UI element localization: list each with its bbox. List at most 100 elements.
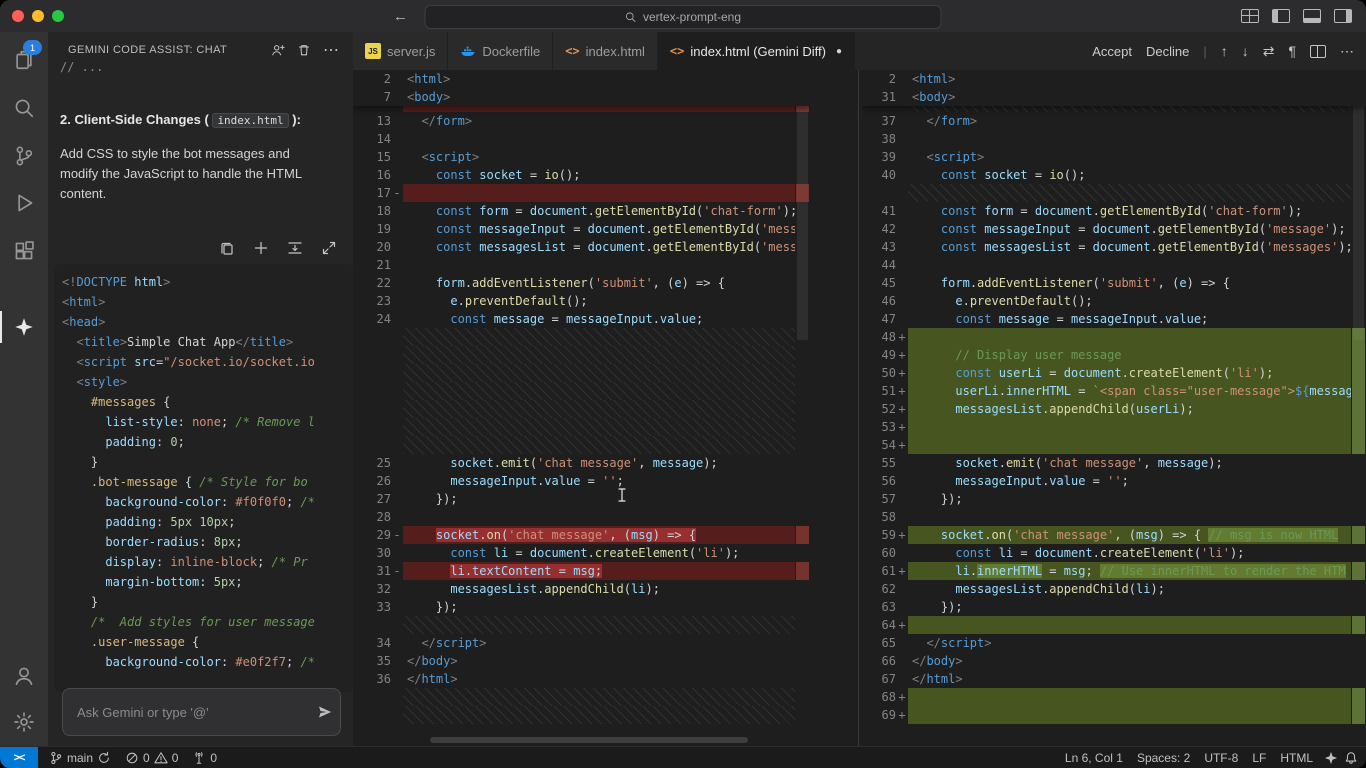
settings-button[interactable] [0, 702, 48, 742]
diff-line[interactable]: 48+ [862, 328, 1366, 346]
gemini-input-box[interactable] [62, 688, 341, 736]
minimize-window-button[interactable] [32, 10, 44, 22]
diff-line[interactable]: 19 const messageInput = document.getElem… [353, 220, 810, 238]
diff-line[interactable]: 59+ socket.on('chat message', (msg) => {… [862, 526, 1366, 544]
diff-line[interactable]: 30 const li = document.createElement('li… [353, 544, 810, 562]
diff-line[interactable]: 15 <script> [353, 148, 810, 166]
diff-line[interactable]: 62 messagesList.appendChild(li); [862, 580, 1366, 598]
sidebar-item-gemini[interactable] [0, 307, 48, 347]
diff-original-pane[interactable]: 2<html>7<body> 13 </form>1415 <script>16… [353, 70, 810, 746]
diff-line[interactable]: 60 const li = document.createElement('li… [862, 544, 1366, 562]
diff-line[interactable] [353, 436, 810, 454]
insert-at-cursor-icon[interactable] [287, 240, 303, 256]
share-profile-icon[interactable] [271, 43, 285, 57]
whitespace-icon[interactable]: ¶ [1288, 43, 1296, 59]
diff-line[interactable]: 52+ messagesList.appendChild(userLi); [862, 400, 1366, 418]
diff-line[interactable] [353, 616, 810, 634]
diff-line[interactable]: 17- [353, 184, 810, 202]
toggle-panel-icon[interactable] [1303, 9, 1321, 23]
diff-line[interactable]: 34 </script> [353, 634, 810, 652]
diff-line[interactable]: 39 <script> [862, 148, 1366, 166]
swap-sides-icon[interactable]: ⇄ [1263, 43, 1275, 60]
diff-line[interactable]: 46 e.preventDefault(); [862, 292, 1366, 310]
diff-line[interactable] [353, 706, 810, 724]
diff-line[interactable]: 36</html> [353, 670, 810, 688]
open-full-icon[interactable] [321, 240, 337, 256]
sidebar-item-search[interactable] [0, 88, 48, 128]
diff-line[interactable]: 67</html> [862, 670, 1366, 688]
copilot-sparkle-icon[interactable] [1324, 751, 1338, 765]
diff-line[interactable]: 14 [353, 130, 810, 148]
toggle-secondary-sidebar-icon[interactable] [1334, 9, 1352, 23]
problems-status[interactable]: 0 0 [120, 747, 183, 768]
sidebar-item-run-debug[interactable] [0, 183, 48, 223]
diff-line[interactable]: 24 const message = messageInput.value; [353, 310, 810, 328]
diff-line[interactable]: 37 </form> [862, 112, 1366, 130]
tab-index-html-gemini-diff-[interactable]: <>index.html (Gemini Diff)● [658, 32, 855, 70]
decline-button[interactable]: Decline [1146, 44, 1189, 59]
sidebar-item-extensions[interactable] [0, 231, 48, 271]
diff-line[interactable]: 58 [862, 508, 1366, 526]
diff-line[interactable]: 31- li.textContent = msg; [353, 562, 810, 580]
diff-line[interactable]: 42 const messageInput = document.getElem… [862, 220, 1366, 238]
diff-line[interactable]: 50+ const userLi = document.createElemen… [862, 364, 1366, 382]
diff-line[interactable]: 35</body> [353, 652, 810, 670]
diff-line[interactable]: 69+ [862, 706, 1366, 724]
diff-line[interactable]: 2<html> [353, 70, 810, 88]
diff-line[interactable]: 32 messagesList.appendChild(li); [353, 580, 810, 598]
sidebar-item-source-control[interactable] [0, 136, 48, 176]
diff-line[interactable]: 22 form.addEventListener('submit', (e) =… [353, 274, 810, 292]
diff-line[interactable]: 23 e.preventDefault(); [353, 292, 810, 310]
zoom-window-button[interactable] [52, 10, 64, 22]
status-language[interactable]: HTML [1275, 751, 1318, 765]
status-encoding[interactable]: UTF-8 [1199, 751, 1243, 765]
status-indentation[interactable]: Spaces: 2 [1132, 751, 1195, 765]
diff-line[interactable]: 33 }); [353, 598, 810, 616]
diff-line[interactable]: 65 </script> [862, 634, 1366, 652]
diff-line[interactable]: 49+ // Display user message [862, 346, 1366, 364]
diff-line[interactable]: 57 }); [862, 490, 1366, 508]
diff-line[interactable] [353, 400, 810, 418]
diff-line[interactable]: 61+ li.innerHTML = msg; // Use innerHTML… [862, 562, 1366, 580]
diff-line[interactable]: 21 [353, 256, 810, 274]
tab-server-js[interactable]: JSserver.js [353, 32, 448, 70]
close-window-button[interactable] [12, 10, 24, 22]
diff-line[interactable]: 28 [353, 508, 810, 526]
diff-line[interactable]: 51+ userLi.innerHTML = `<span class="use… [862, 382, 1366, 400]
trash-icon[interactable] [297, 43, 311, 57]
diff-left-sticky[interactable]: 2<html>7<body> [353, 70, 810, 106]
diff-line[interactable]: 40 const socket = io(); [862, 166, 1366, 184]
diff-line[interactable] [862, 184, 1366, 202]
command-center-search[interactable]: vertex-prompt-eng [425, 5, 942, 29]
diff-line[interactable] [353, 418, 810, 436]
ports-status[interactable]: 0 [187, 747, 222, 768]
gemini-chat-input[interactable] [63, 705, 310, 720]
diff-line[interactable] [353, 688, 810, 706]
diff-line[interactable]: 31<body> [862, 88, 1366, 106]
diff-line[interactable]: 20 const messagesList = document.getElem… [353, 238, 810, 256]
diff-line[interactable] [353, 364, 810, 382]
diff-line[interactable]: 55 socket.emit('chat message', message); [862, 454, 1366, 472]
diff-line[interactable] [353, 328, 810, 346]
tab-dockerfile[interactable]: Dockerfile [448, 32, 553, 70]
diff-line[interactable]: 63 }); [862, 598, 1366, 616]
back-button[interactable]: ← [393, 8, 408, 25]
diff-line[interactable]: 45 form.addEventListener('submit', (e) =… [862, 274, 1366, 292]
diff-line[interactable]: 27 }); [353, 490, 810, 508]
left-scrollbar[interactable] [795, 70, 810, 746]
previous-change-icon[interactable]: ↑ [1221, 43, 1228, 59]
diff-line[interactable]: 53+ [862, 418, 1366, 436]
diff-line[interactable]: 7<body> [353, 88, 810, 106]
diff-modified-pane[interactable]: 2<html>31<body> 37 </form>3839 <script>4… [862, 70, 1366, 746]
branch-status[interactable]: main [44, 747, 116, 768]
diff-sash[interactable] [858, 70, 859, 746]
diff-line[interactable] [353, 382, 810, 400]
diff-line[interactable] [353, 346, 810, 364]
right-scrollbar[interactable] [1351, 70, 1366, 746]
account-button[interactable] [0, 656, 48, 696]
diff-line[interactable]: 25 socket.emit('chat message', message); [353, 454, 810, 472]
diff-line[interactable]: 41 const form = document.getElementById(… [862, 202, 1366, 220]
diff-line[interactable]: 2<html> [862, 70, 1366, 88]
accept-button[interactable]: Accept [1092, 44, 1132, 59]
diff-line[interactable]: 64+ [862, 616, 1366, 634]
